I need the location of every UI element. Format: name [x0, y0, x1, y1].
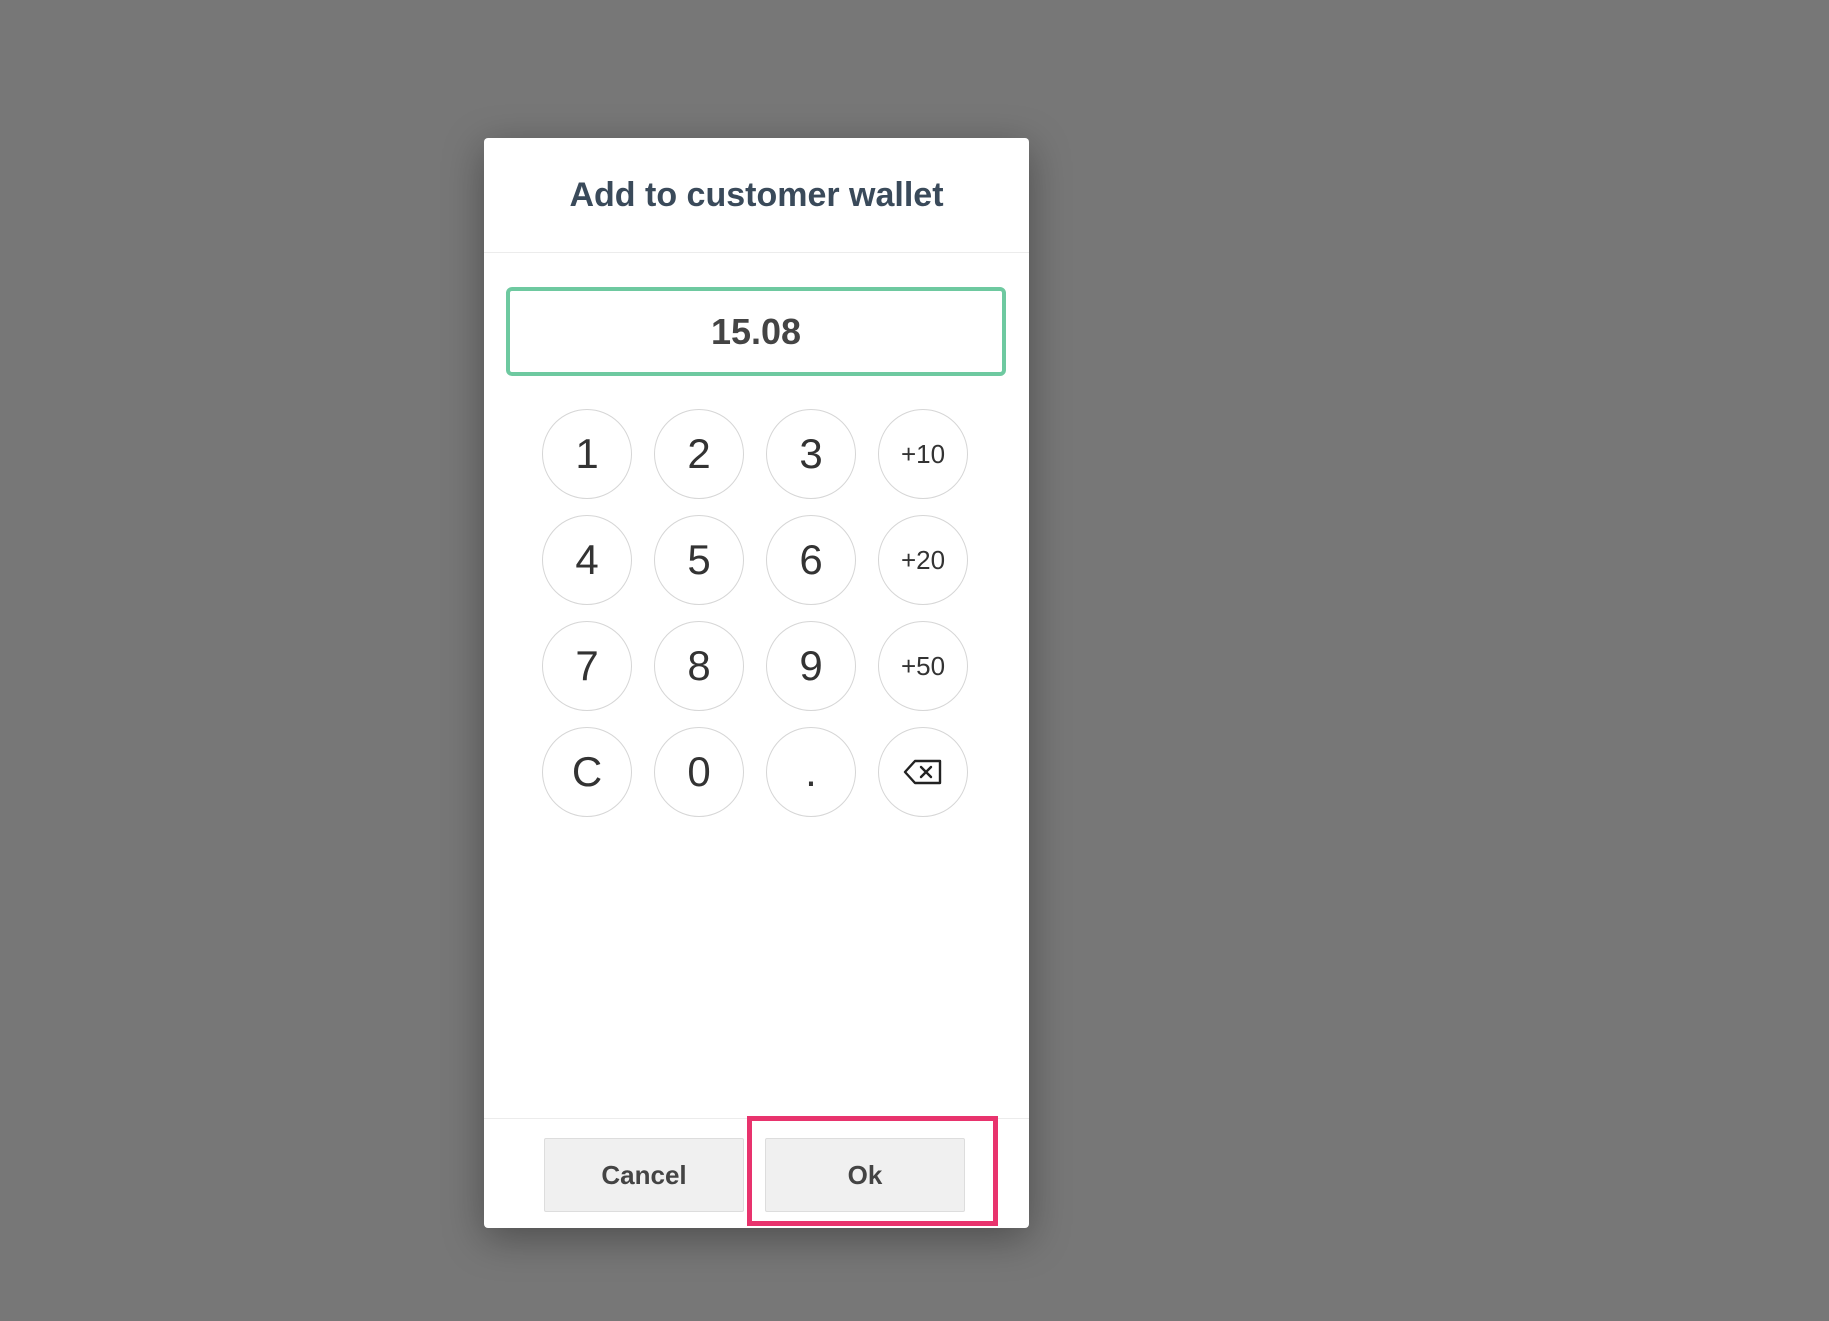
ok-button[interactable]: Ok: [765, 1138, 965, 1212]
backspace-button[interactable]: [878, 727, 968, 817]
numeric-keypad: 1 2 3 +10 4 5 6 +20 7 8 9 +50 C 0 .: [542, 409, 972, 819]
key-plus-10[interactable]: +10: [878, 409, 968, 499]
key-6[interactable]: 6: [766, 515, 856, 605]
backspace-icon: [903, 748, 943, 796]
dialog-footer: Cancel Ok: [484, 1118, 1029, 1228]
key-4[interactable]: 4: [542, 515, 632, 605]
key-decimal[interactable]: .: [766, 727, 856, 817]
key-9[interactable]: 9: [766, 621, 856, 711]
key-0[interactable]: 0: [654, 727, 744, 817]
add-to-wallet-dialog: Add to customer wallet 15.08 1 2 3 +10 4…: [484, 138, 1029, 1228]
key-3[interactable]: 3: [766, 409, 856, 499]
key-clear[interactable]: C: [542, 727, 632, 817]
key-plus-20[interactable]: +20: [878, 515, 968, 605]
key-1[interactable]: 1: [542, 409, 632, 499]
dialog-header: Add to customer wallet: [484, 138, 1029, 253]
cancel-button[interactable]: Cancel: [544, 1138, 744, 1212]
key-8[interactable]: 8: [654, 621, 744, 711]
amount-input[interactable]: 15.08: [506, 287, 1006, 376]
dialog-title: Add to customer wallet: [569, 175, 944, 214]
key-7[interactable]: 7: [542, 621, 632, 711]
key-5[interactable]: 5: [654, 515, 744, 605]
key-2[interactable]: 2: [654, 409, 744, 499]
key-plus-50[interactable]: +50: [878, 621, 968, 711]
